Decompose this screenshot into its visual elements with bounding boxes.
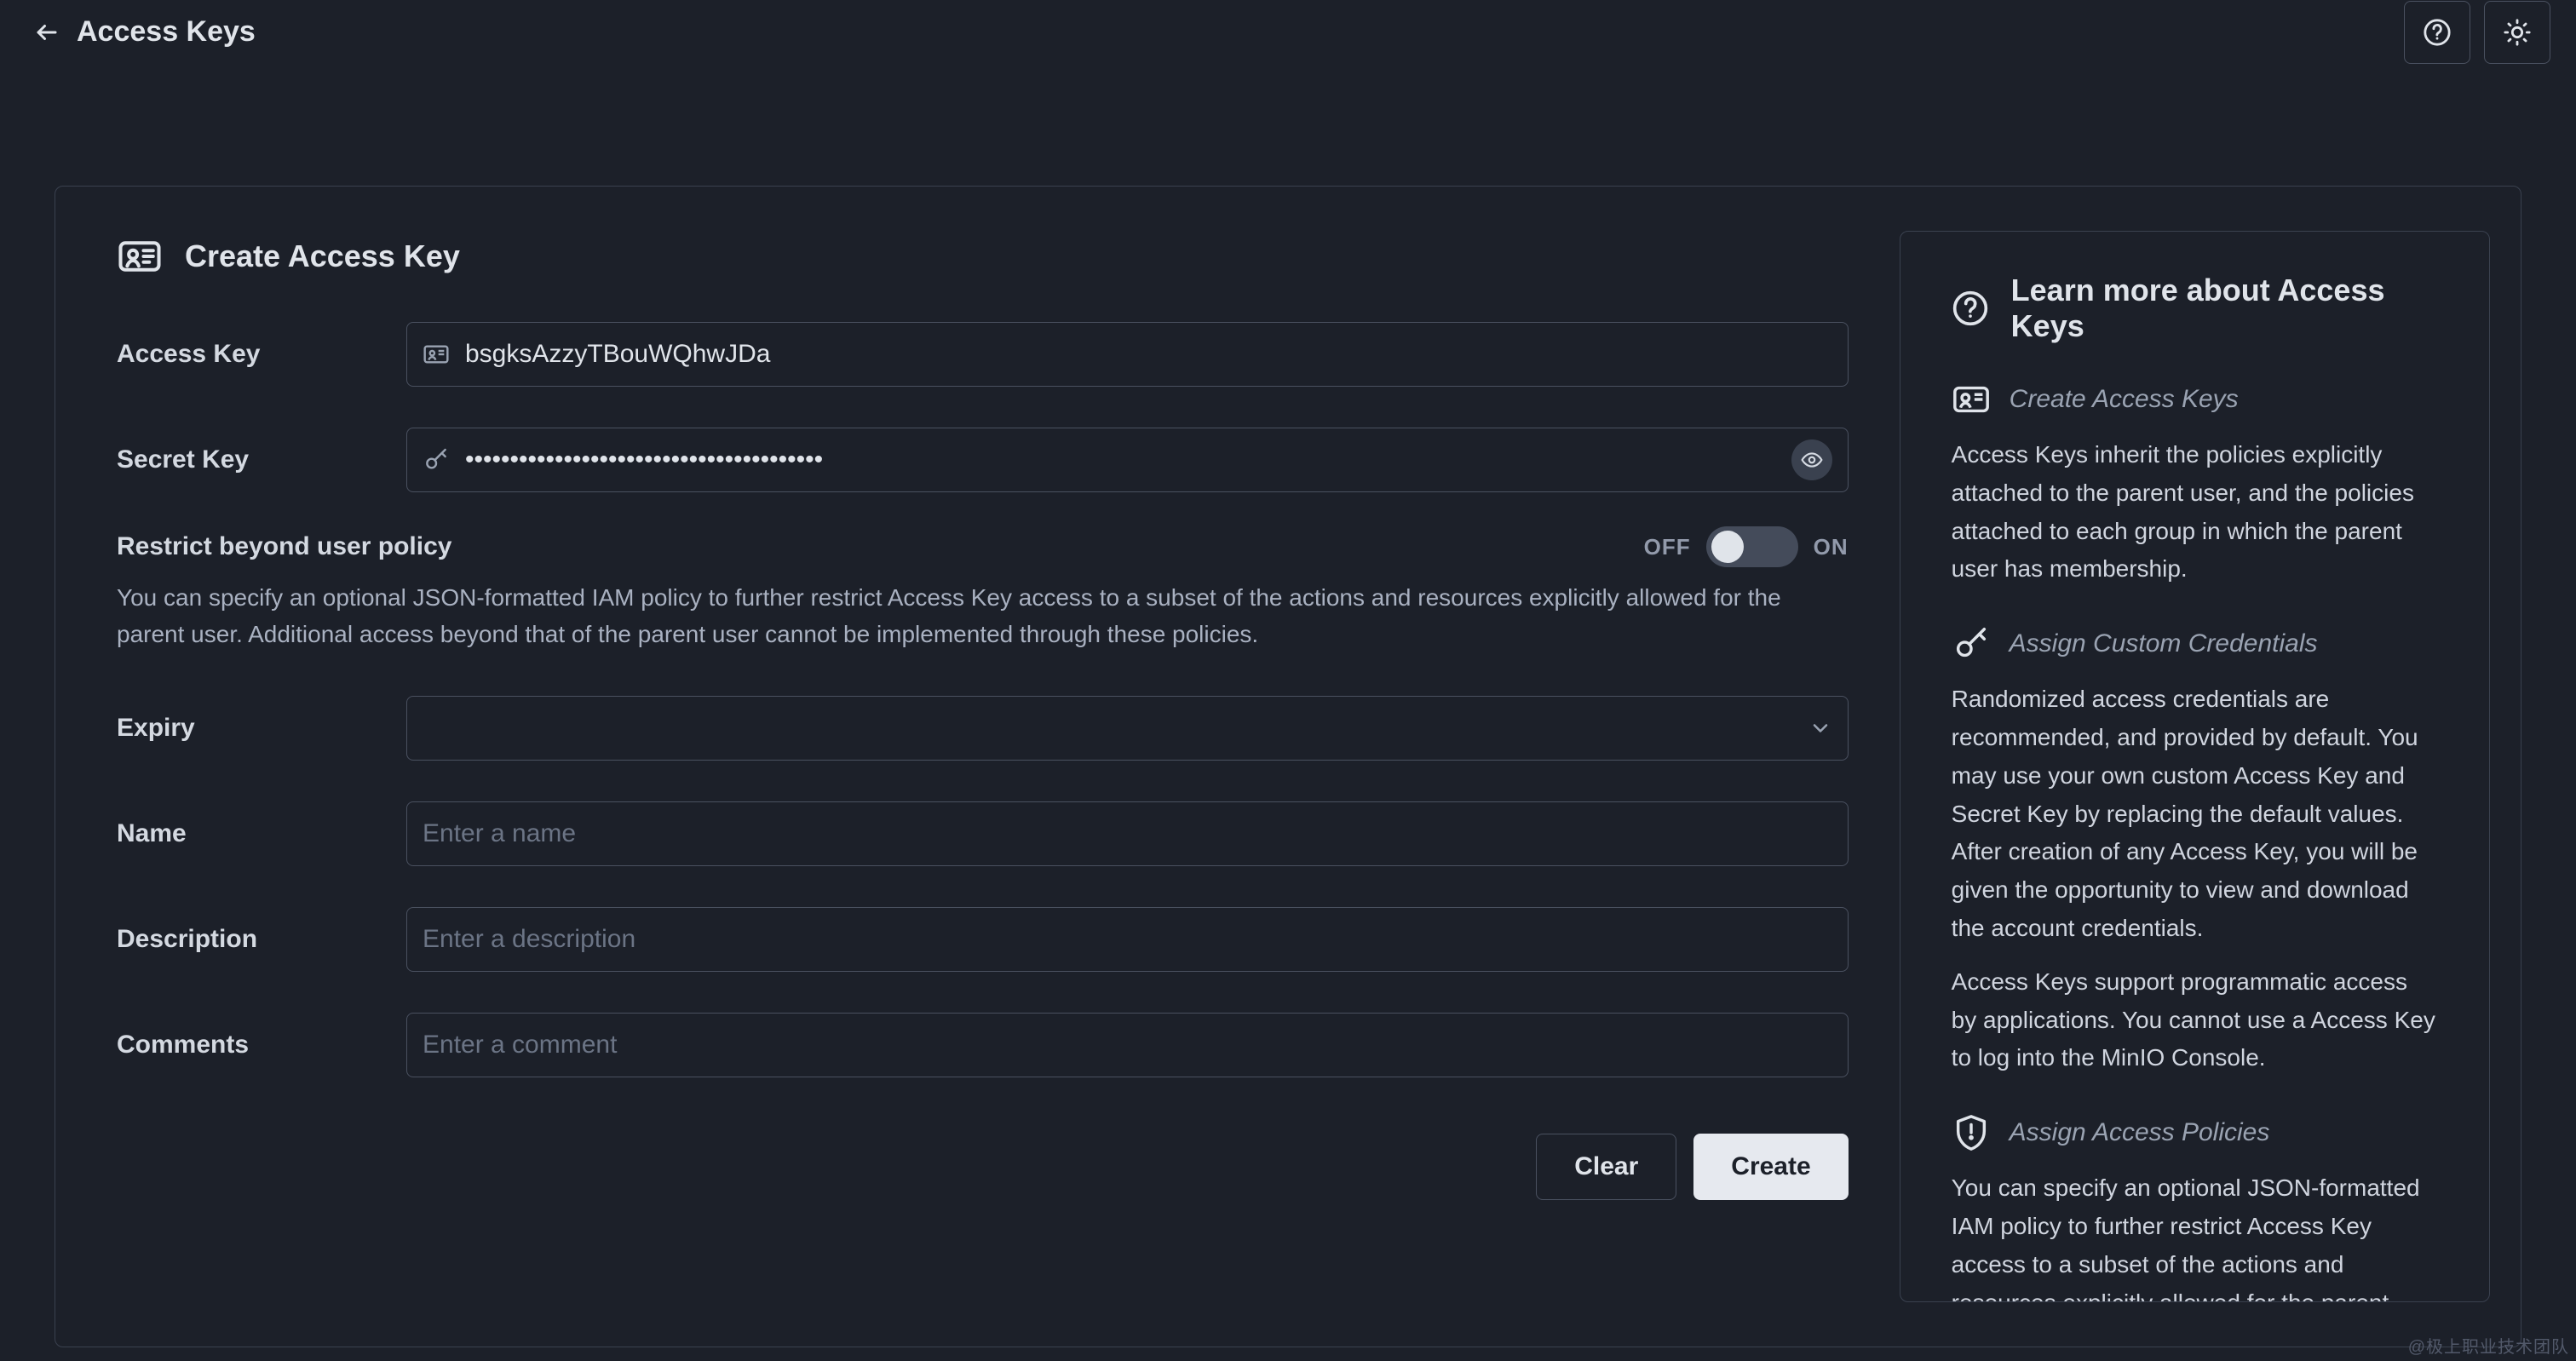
theme-button[interactable] xyxy=(2484,1,2550,64)
restrict-toggle-wrap: OFF ON xyxy=(1644,526,1849,567)
secret-key-label: Secret Key xyxy=(117,445,406,474)
form-title: Create Access Key xyxy=(185,238,460,274)
name-label: Name xyxy=(117,819,406,848)
restrict-head: Restrict beyond user policy OFF ON xyxy=(117,526,1849,567)
help-circle-icon xyxy=(1952,290,1989,327)
form-pane: Create Access Key Access Key Secret Key xyxy=(55,187,1900,1347)
access-key-row: Access Key xyxy=(117,322,1849,387)
name-row: Name xyxy=(117,801,1849,866)
toggle-off-label: OFF xyxy=(1644,534,1691,560)
description-row: Description xyxy=(117,907,1849,972)
comments-input[interactable] xyxy=(423,1031,1832,1060)
expiry-input[interactable] xyxy=(423,714,1793,743)
expiry-row: Expiry xyxy=(117,696,1849,761)
info-creds-p1: Randomized access credentials are recomm… xyxy=(1952,680,2438,948)
topbar: Access Keys xyxy=(0,0,2576,64)
name-input[interactable] xyxy=(423,819,1832,848)
secret-key-row: Secret Key xyxy=(117,428,1849,492)
clear-button[interactable]: Clear xyxy=(1536,1134,1676,1200)
expiry-label: Expiry xyxy=(117,714,406,743)
comments-row: Comments xyxy=(117,1013,1849,1077)
expiry-field[interactable] xyxy=(406,696,1849,761)
back-arrow-icon[interactable] xyxy=(34,20,60,45)
info-creds-p2: Access Keys support programmatic access … xyxy=(1952,963,2438,1077)
info-title: Learn more about Access Keys xyxy=(2011,273,2438,344)
key-icon xyxy=(423,446,450,474)
chevron-down-icon xyxy=(1808,716,1832,740)
page-title: Access Keys xyxy=(77,15,256,49)
restrict-description: You can specify an optional JSON-formatt… xyxy=(117,579,1849,653)
secret-key-field[interactable] xyxy=(406,428,1849,492)
access-key-field[interactable] xyxy=(406,322,1849,387)
form-heading: Create Access Key xyxy=(117,233,1849,279)
id-card-small-icon xyxy=(423,341,450,368)
main-frame: Create Access Key Access Key Secret Key xyxy=(55,186,2521,1347)
restrict-title: Restrict beyond user policy xyxy=(117,532,451,561)
info-policies-p1: You can specify an optional JSON-formatt… xyxy=(1952,1169,2438,1302)
secret-key-input[interactable] xyxy=(465,445,1776,474)
topbar-left: Access Keys xyxy=(34,15,256,49)
info-pane: Learn more about Access Keys Create Acce… xyxy=(1900,231,2490,1302)
key-icon xyxy=(1952,624,1991,663)
description-field[interactable] xyxy=(406,907,1849,972)
sun-icon xyxy=(2503,18,2532,47)
info-create-p: Access Keys inherit the policies explici… xyxy=(1952,436,2438,589)
info-sub-creds: Assign Custom Credentials xyxy=(1952,624,2438,663)
help-icon xyxy=(2423,18,2452,47)
create-button[interactable]: Create xyxy=(1693,1134,1848,1200)
eye-icon xyxy=(1801,449,1823,471)
restrict-block: Restrict beyond user policy OFF ON You c… xyxy=(117,526,1849,653)
info-heading: Learn more about Access Keys xyxy=(1952,273,2438,344)
info-sub-create: Create Access Keys xyxy=(1952,380,2438,419)
form-actions: Clear Create xyxy=(117,1134,1849,1200)
info-sub-policies-title: Assign Access Policies xyxy=(2010,1118,2270,1147)
id-card-icon xyxy=(117,233,163,279)
info-sub-creds-title: Assign Custom Credentials xyxy=(2010,629,2318,658)
reveal-secret-button[interactable] xyxy=(1791,439,1832,480)
description-label: Description xyxy=(117,925,406,954)
toggle-knob xyxy=(1711,531,1744,563)
watermark: @极上职业技术团队 xyxy=(2408,1333,2569,1358)
comments-field[interactable] xyxy=(406,1013,1849,1077)
comments-label: Comments xyxy=(117,1031,406,1060)
description-input[interactable] xyxy=(423,925,1832,954)
name-field[interactable] xyxy=(406,801,1849,866)
access-key-label: Access Key xyxy=(117,340,406,369)
info-sub-create-title: Create Access Keys xyxy=(2010,385,2239,414)
toggle-on-label: ON xyxy=(1814,534,1849,560)
help-button[interactable] xyxy=(2404,1,2470,64)
info-sub-policies: Assign Access Policies xyxy=(1952,1113,2438,1152)
shield-icon xyxy=(1952,1113,1991,1152)
form-fields: Access Key Secret Key xyxy=(117,322,1849,492)
id-card-icon xyxy=(1952,380,1991,419)
form-fields-2: Expiry Name Description xyxy=(117,696,1849,1077)
topbar-right xyxy=(2404,1,2550,64)
access-key-input[interactable] xyxy=(465,340,1832,369)
restrict-toggle[interactable] xyxy=(1706,526,1798,567)
